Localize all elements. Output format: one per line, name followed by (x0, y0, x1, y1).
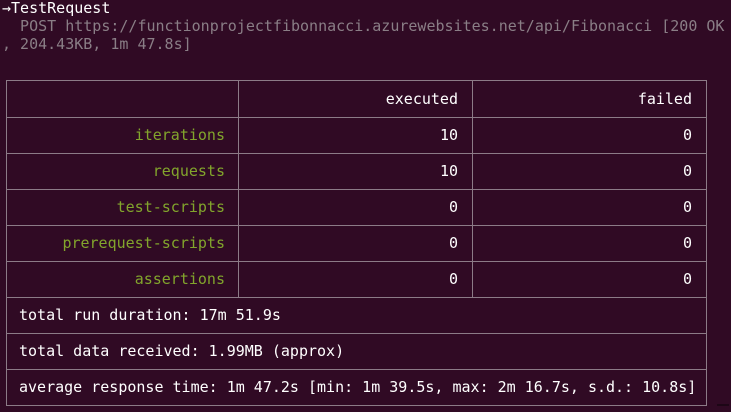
summary-line: total data received: 1.99MB (approx) (19, 342, 345, 360)
column-header: executed (385, 90, 458, 108)
failed-value: 0 (682, 126, 692, 144)
column-header: failed (637, 90, 692, 108)
failed-value: 0 (682, 270, 692, 288)
table-border-v (706, 80, 707, 406)
request-url-line: POST https://functionprojectfibonnacci.a… (2, 17, 725, 35)
row-label: assertions (134, 270, 225, 288)
table-border-h (6, 225, 707, 226)
row-label: prerequest-scripts (62, 234, 225, 252)
request-title-line: →TestRequest (2, 0, 110, 17)
table-border-h (6, 369, 707, 370)
failed-value: 0 (682, 234, 692, 252)
failed-value: 0 (682, 198, 692, 216)
table-border-h (6, 297, 707, 298)
table-border-h (6, 80, 707, 81)
executed-value: 0 (448, 198, 458, 216)
table-border-h (6, 153, 707, 154)
summary-line: average response time: 1m 47.2s [min: 1m… (19, 378, 697, 396)
row-label: test-scripts (116, 198, 225, 216)
table-border-h (6, 189, 707, 190)
executed-value: 0 (448, 234, 458, 252)
executed-value: 10 (439, 126, 458, 144)
executed-value: 10 (439, 162, 458, 180)
row-label: requests (152, 162, 225, 180)
table-border-v (238, 80, 239, 298)
scroll-indicator (717, 404, 729, 406)
request-name: TestRequest (11, 0, 111, 17)
table-border-h (6, 405, 707, 406)
request-url-line-cont: , 204.43KB, 1m 47.8s] (2, 35, 192, 53)
row-label: iterations (134, 126, 225, 144)
table-border-h (6, 261, 707, 262)
table-border-h (6, 117, 707, 118)
arrow-icon: → (2, 0, 12, 17)
failed-value: 0 (682, 162, 692, 180)
executed-value: 0 (448, 270, 458, 288)
summary-line: total run duration: 17m 51.9s (19, 306, 281, 324)
table-border-h (6, 333, 707, 334)
table-border-v (472, 80, 473, 298)
